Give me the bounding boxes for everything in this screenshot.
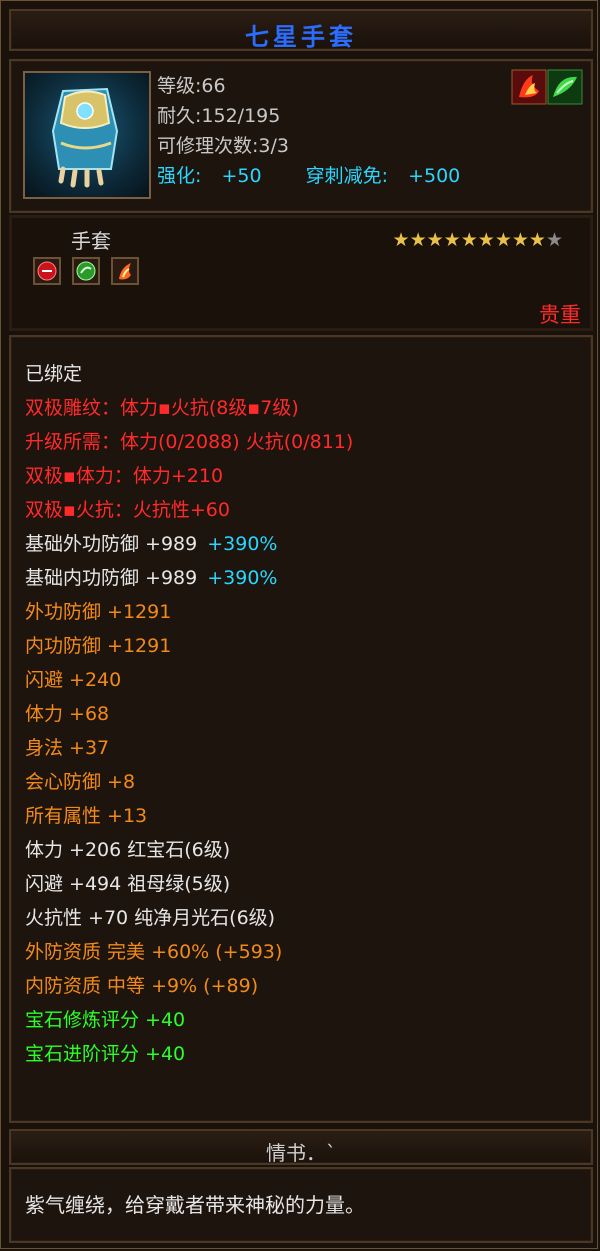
attribute-line: 内防资质 中等 +9% (+89) — [25, 971, 258, 998]
attribute-text: 外功防御 +1291 — [25, 601, 172, 623]
level-line: 等级:66 — [157, 75, 226, 97]
red-gem-icon — [33, 257, 61, 285]
attribute-text: 基础内功防御 +989 — [25, 567, 198, 589]
attribute-line: 闪避 +240 — [25, 665, 121, 692]
attribute-text: 宝石进阶评分 +40 — [25, 1043, 186, 1065]
star-filled-icon: ★ — [409, 229, 427, 251]
item-description: 紫气缠绕，给穿戴者带来神秘的力量。 — [25, 1193, 365, 1217]
attribute-text: 火抗性 +70 纯净月光石(6级) — [25, 907, 276, 929]
repair-line: 可修理次数:3/3 — [157, 135, 289, 157]
attribute-line: 双极▪火抗：火抗性+60 — [25, 495, 230, 522]
title-bar: 七星手套 — [9, 9, 593, 51]
attribute-line: 体力 +206 红宝石(6级) — [25, 835, 230, 862]
tooltip-frame: 七星手套 等级:66 耐久:152/195 可修理次数:3/3 强化: +50 … — [0, 0, 598, 1249]
attribute-line: 身法 +37 — [25, 733, 109, 760]
attribute-text: 基础外功防御 +989 — [25, 533, 198, 555]
star-rating: ★★★★★★★★★★ — [393, 229, 563, 251]
gauntlet-icon — [23, 71, 151, 199]
star-filled-icon: ★ — [511, 229, 529, 251]
star-filled-icon: ★ — [443, 229, 461, 251]
star-filled-icon: ★ — [477, 229, 495, 251]
attribute-text: 会心防御 +8 — [25, 771, 136, 793]
attribute-bonus-percent: +390% — [207, 533, 278, 555]
socket-icons — [33, 257, 145, 289]
attribute-text: 宝石修炼评分 +40 — [25, 1009, 186, 1031]
strengthen-value: +50 — [221, 165, 262, 187]
attribute-line: 内功防御 +1291 — [25, 631, 171, 658]
fire-gem-icon — [111, 257, 140, 285]
strengthen-label: 强化: — [157, 165, 202, 187]
attribute-text: 闪避 +240 — [25, 669, 122, 691]
star-filled-icon: ★ — [460, 229, 478, 251]
attribute-line: 外防资质 完美 +60% (+593) — [25, 937, 282, 964]
attribute-text: 已绑定 — [25, 363, 83, 385]
attribute-line: 升级所需：体力(0/2088) 火抗(0/811) — [25, 427, 353, 454]
book-bar: 情书．` — [9, 1129, 593, 1165]
attribute-text: 双极雕纹：体力▪火抗(8级▪7级) — [25, 397, 299, 419]
attribute-text: 所有属性 +13 — [25, 805, 148, 827]
star-filled-icon: ★ — [426, 229, 444, 251]
attribute-line: 已绑定 — [25, 359, 82, 386]
star-filled-icon: ★ — [392, 229, 410, 251]
attribute-line: 会心防御 +8 — [25, 767, 135, 794]
attribute-bonus-percent: +390% — [207, 567, 278, 589]
attribute-line: 宝石进阶评分 +40 — [25, 1039, 185, 1066]
rarity-label: 贵重 — [539, 303, 581, 327]
attribute-text: 外防资质 完美 +60% (+593) — [25, 941, 283, 963]
green-gem-icon — [72, 257, 101, 285]
attributes-panel: 已绑定双极雕纹：体力▪火抗(8级▪7级) 升级所需：体力(0/2088) 火抗(0… — [9, 335, 593, 1123]
item-name: 七星手套 — [245, 23, 357, 51]
pierce-value: +500 — [408, 165, 461, 187]
attribute-text: 双极▪体力：体力+210 — [25, 465, 224, 487]
description-box: 紫气缠绕，给穿戴者带来神秘的力量。 — [9, 1167, 593, 1243]
star-empty-icon: ★ — [545, 229, 563, 251]
attribute-text: 双极▪火抗：火抗性+60 — [25, 499, 230, 521]
item-type: 手套 — [71, 229, 111, 253]
flame-charm-icon — [511, 69, 583, 105]
pierce-label: 穿刺减免: — [305, 165, 389, 187]
attribute-line: 火抗性 +70 纯净月光石(6级) — [25, 903, 275, 930]
attribute-line: 基础内功防御 +989 +390% — [25, 563, 277, 590]
charm-icons — [511, 69, 583, 105]
item-info-panel: 等级:66 耐久:152/195 可修理次数:3/3 强化: +50 穿刺减免:… — [9, 59, 593, 213]
attribute-line: 宝石修炼评分 +40 — [25, 1005, 185, 1032]
star-filled-icon: ★ — [528, 229, 546, 251]
attribute-text: 身法 +37 — [25, 737, 110, 759]
attribute-line: 双极▪体力：体力+210 — [25, 461, 223, 488]
attribute-line: 所有属性 +13 — [25, 801, 147, 828]
strengthen-line: 强化: +50 穿刺减免: +500 — [157, 161, 460, 188]
attribute-text: 升级所需：体力(0/2088) 火抗(0/811) — [25, 431, 354, 453]
attribute-text: 内防资质 中等 +9% (+89) — [25, 975, 259, 997]
type-and-stars-panel: 手套 ★★★★★★★★★★ 贵重 — [9, 215, 593, 331]
star-filled-icon: ★ — [494, 229, 512, 251]
durability-line: 耐久:152/195 — [157, 105, 281, 127]
attribute-text: 内功防御 +1291 — [25, 635, 172, 657]
attribute-line: 基础外功防御 +989 +390% — [25, 529, 277, 556]
attribute-line: 外功防御 +1291 — [25, 597, 171, 624]
attribute-line: 闪避 +494 祖母绿(5级) — [25, 869, 230, 896]
attribute-text: 闪避 +494 祖母绿(5级) — [25, 873, 231, 895]
attribute-text: 体力 +206 红宝石(6级) — [25, 839, 231, 861]
book-title: 情书．` — [266, 1141, 336, 1165]
attribute-text: 体力 +68 — [25, 703, 110, 725]
attribute-line: 体力 +68 — [25, 699, 109, 726]
attribute-line: 双极雕纹：体力▪火抗(8级▪7级) — [25, 393, 299, 420]
